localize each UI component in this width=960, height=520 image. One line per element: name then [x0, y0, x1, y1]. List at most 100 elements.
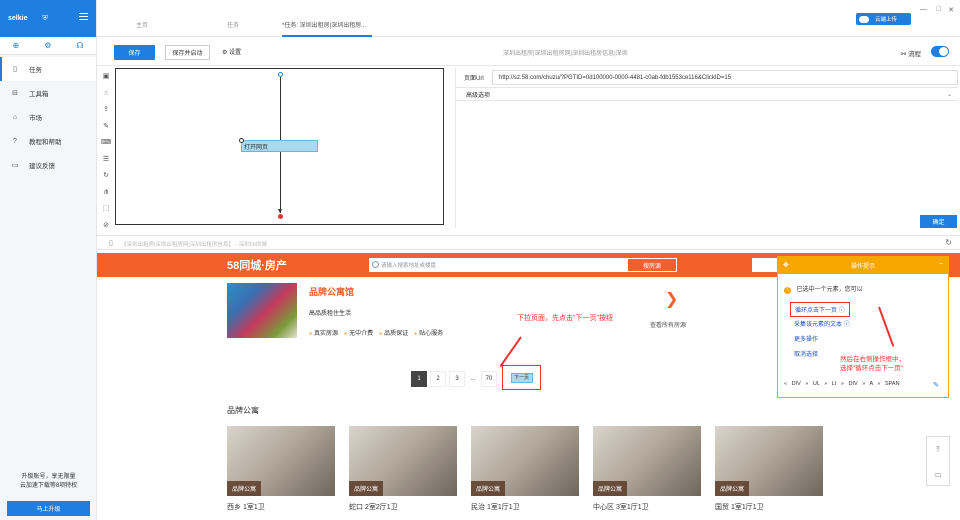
help-icon[interactable]: ⓘ [839, 308, 845, 314]
feedback-icon[interactable]: ▭ [927, 462, 949, 487]
task-title: 深圳出租房|深圳出租房网|深圳出租房信息|深圳 [503, 51, 628, 57]
sidebar-item-market[interactable]: ⌂ 市场 [0, 105, 96, 129]
save-and-run-button[interactable]: 保存并启动 [165, 45, 210, 60]
flow-canvas[interactable]: 打开网页 [115, 68, 444, 225]
floating-side-tools: ⤒ ▭ [926, 436, 950, 486]
chevron-right-icon[interactable]: ❯ [665, 289, 678, 309]
plus-circle-icon[interactable]: ⊕ [13, 41, 20, 50]
captcha-tool-icon[interactable]: ⌨ [99, 134, 113, 151]
site-search-button[interactable]: 搜房源 [627, 258, 677, 272]
maximize-icon[interactable]: □ [937, 6, 941, 13]
confirm-button[interactable]: 确定 [920, 215, 957, 228]
help-icon[interactable]: ⓘ [844, 322, 850, 328]
listing-card[interactable]: 品牌公寓 国贸 1室1厅1卫 [715, 426, 823, 511]
branch-tool-icon[interactable]: ⋔ [99, 184, 113, 201]
save-button[interactable]: 保存 [114, 45, 155, 60]
loop-tool-icon[interactable]: ↻ [99, 167, 113, 184]
active-tab-indicator [282, 35, 372, 37]
close-icon[interactable]: ✕ [948, 6, 954, 14]
open-page-tool-icon[interactable]: ▣ [99, 68, 113, 85]
headset-icon[interactable]: ☊ [76, 41, 83, 50]
end-tool-icon[interactable]: ⊘ [99, 217, 113, 234]
listing-caption[interactable]: 西乡 1室1卫 [227, 502, 265, 512]
sidebar-item-tasks[interactable]: ▯ 任务 [0, 57, 96, 81]
switch-tool-icon[interactable]: ☰ [99, 151, 113, 168]
page-ellipsis: ... [470, 376, 476, 382]
view-all-link[interactable]: 查看所有房源 [650, 320, 686, 329]
listing-caption[interactable]: 蛇口 2室2厅1卫 [349, 502, 398, 512]
listing-caption[interactable]: 民治 1室1厅1卫 [471, 502, 520, 512]
tab-tasks[interactable]: 任务 [227, 20, 239, 29]
page-link[interactable]: 70 [481, 371, 497, 387]
loop-click-next-link[interactable]: 循环点击下一页 ⓘ [790, 302, 850, 317]
tips-header: ✥ 操作提示 – [778, 257, 948, 274]
apartment-banner-image[interactable] [227, 283, 297, 338]
sidebar-item-help[interactable]: ? 教程和帮助 [0, 129, 96, 153]
sidebar-item-label: 市场 [29, 115, 42, 122]
page-link[interactable]: 2 [430, 371, 446, 387]
extract-tool-icon[interactable]: ⇪ [99, 101, 113, 118]
edit-icon[interactable]: ✎ [933, 381, 939, 389]
sidebar-item-toolbox[interactable]: ⊟ 工具箱 [0, 81, 96, 105]
advanced-options-label: 高级选项 [466, 92, 491, 99]
listing-card[interactable]: 品牌公寓 蛇口 2室2厅1卫 [349, 426, 457, 511]
annotation-arrow [878, 306, 895, 347]
more-operations-link[interactable]: 更多操作 [794, 334, 818, 343]
listing-badge: 品牌公寓 [471, 481, 506, 496]
upgrade-text-line: 云加速下载等8项特权 [19, 483, 78, 489]
cloud-upload-button[interactable]: 云端上传 [856, 13, 911, 25]
collect-text-link[interactable]: 采集该元素的文本 ⓘ [794, 319, 850, 328]
brand-tags: 真实房源 无中介费 品质保证 贴心服务 [309, 328, 443, 337]
brand-apartment-slogan: 高品质租住生活 [309, 311, 352, 317]
brand-name: selkie [8, 15, 28, 22]
address-field[interactable]: 【深圳出租房|深圳出租房网|深圳出租房信息】 - 深圳58同城 [119, 238, 933, 249]
gear-icon[interactable]: ⚙ [44, 41, 51, 50]
annotation-arrow [499, 336, 522, 368]
minimize-icon[interactable]: — [920, 6, 927, 13]
settings-label: 设置 [229, 50, 242, 56]
cancel-selection-link[interactable]: 取消选择 [794, 349, 818, 358]
upgrade-promo: 升级账号，享无限量 云加速下载等8项特权 [0, 473, 97, 491]
sidebar-item-feedback[interactable]: ▭ 建议反馈 [0, 153, 96, 177]
site-search-input[interactable]: 请输入搜索地址或楼盘 [369, 258, 627, 272]
site-logo[interactable]: 58同城·房产 [227, 257, 287, 273]
minimize-icon[interactable]: – [939, 260, 943, 267]
tab-home[interactable]: 主页 [136, 20, 148, 29]
input-tool-icon[interactable]: ✎ [99, 118, 113, 135]
advanced-options[interactable]: 高级选项 ⌄ [456, 87, 958, 101]
upgrade-button[interactable]: 马上升级 [7, 501, 90, 516]
click-tool-icon[interactable]: ☝ [99, 85, 113, 102]
sidebar-item-label: 工具箱 [29, 91, 49, 98]
next-page-button[interactable]: 下一页 [502, 365, 541, 390]
settings-button[interactable]: ⚙ 设置 [222, 47, 241, 56]
refresh-icon[interactable]: ↻ [945, 238, 952, 247]
flow-step-open-page[interactable]: 打开网页 [239, 138, 318, 152]
move-icon[interactable]: ✥ [783, 261, 789, 269]
listing-card[interactable]: 品牌公寓 中心区 3室1厅1卫 [593, 426, 701, 511]
element-path[interactable]: « DIV » UL » LI » DIV » A » SPAN [784, 381, 900, 387]
listing-card[interactable]: 品牌公寓 西乡 1室1卫 [227, 426, 335, 511]
feedback-icon: ▭ [11, 162, 19, 169]
document-icon: ▯ [13, 66, 17, 73]
listing-caption[interactable]: 中心区 3室1厅1卫 [593, 502, 649, 512]
section-title: 品牌公寓 [227, 406, 259, 415]
gear-icon: ⚙ [222, 50, 228, 56]
annotation-line: 选择"循环点击下一页" [840, 365, 904, 372]
mouse-tool-icon[interactable]: ⬚ [99, 200, 113, 217]
page-link[interactable]: 3 [449, 371, 465, 387]
url-input[interactable]: http://sz.58.com/chuzu/?PGTID=0d100000-0… [492, 70, 958, 85]
tab-current-task[interactable]: *任务: 深圳出租房|深圳出租房... [282, 20, 366, 29]
brand-apartment-title[interactable]: 品牌公寓馆 [309, 285, 354, 298]
tab-bar: 主页 任务 *任务: 深圳出租房|深圳出租房... 云端上传 — □ ✕ [97, 0, 960, 37]
listing-card[interactable]: 品牌公寓 民治 1室1厅1卫 [471, 426, 579, 511]
page-icon: ▯ [109, 240, 113, 247]
listing-badge: 品牌公寓 [349, 481, 384, 496]
back-to-top-icon[interactable]: ⤒ [927, 437, 949, 462]
sidebar-item-label: 建议反馈 [29, 163, 55, 170]
shield-icon: ⛨ [42, 14, 48, 22]
flow-toggle[interactable] [931, 46, 949, 57]
task-toolbar: 保存 保存并启动 ⚙ 设置 深圳出租房|深圳出租房网|深圳出租房信息|深圳 ⚯ … [97, 38, 960, 66]
hamburger-menu-icon[interactable] [79, 13, 88, 20]
listing-caption[interactable]: 国贸 1室1厅1卫 [715, 502, 764, 512]
page-link[interactable]: 1 [411, 371, 427, 387]
